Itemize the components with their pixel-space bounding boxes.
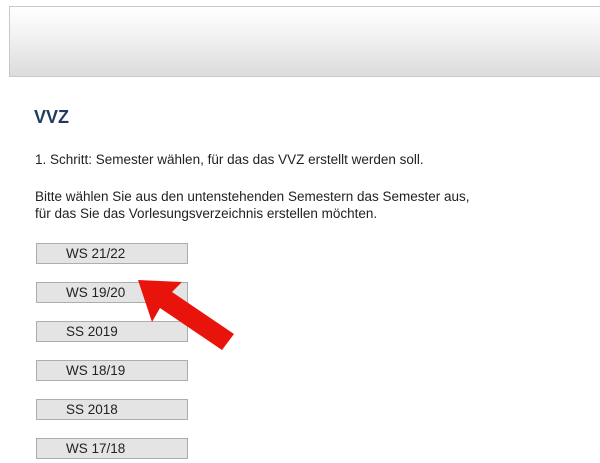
intro-text-line-1: Bitte wählen Sie aus den untenstehenden … [35,189,470,204]
semester-list-item: SS 2018 [36,399,188,420]
semester-list-item: WS 21/22 [36,243,188,264]
header-banner [9,6,600,77]
intro-text: Bitte wählen Sie aus den untenstehenden … [35,188,595,222]
intro-text-line-2: für das Sie das Vorlesungsverzeichnis er… [35,206,378,221]
semester-button-ws-21-22[interactable]: WS 21/22 [36,243,188,264]
semester-button-ws-18-19[interactable]: WS 18/19 [36,360,188,381]
page-title: VVZ [34,107,70,127]
semester-list-item: WS 17/18 [36,438,188,459]
semester-list-item: WS 18/19 [36,360,188,381]
page: VVZ 1. Schritt: Semester wählen, für das… [0,0,600,463]
step-instruction: 1. Schritt: Semester wählen, für das das… [35,152,424,167]
red-arrow-icon [138,280,234,350]
red-arrow-shape [138,280,234,350]
semester-button-ws-17-18[interactable]: WS 17/18 [36,438,188,459]
semester-button-ss-2018[interactable]: SS 2018 [36,399,188,420]
